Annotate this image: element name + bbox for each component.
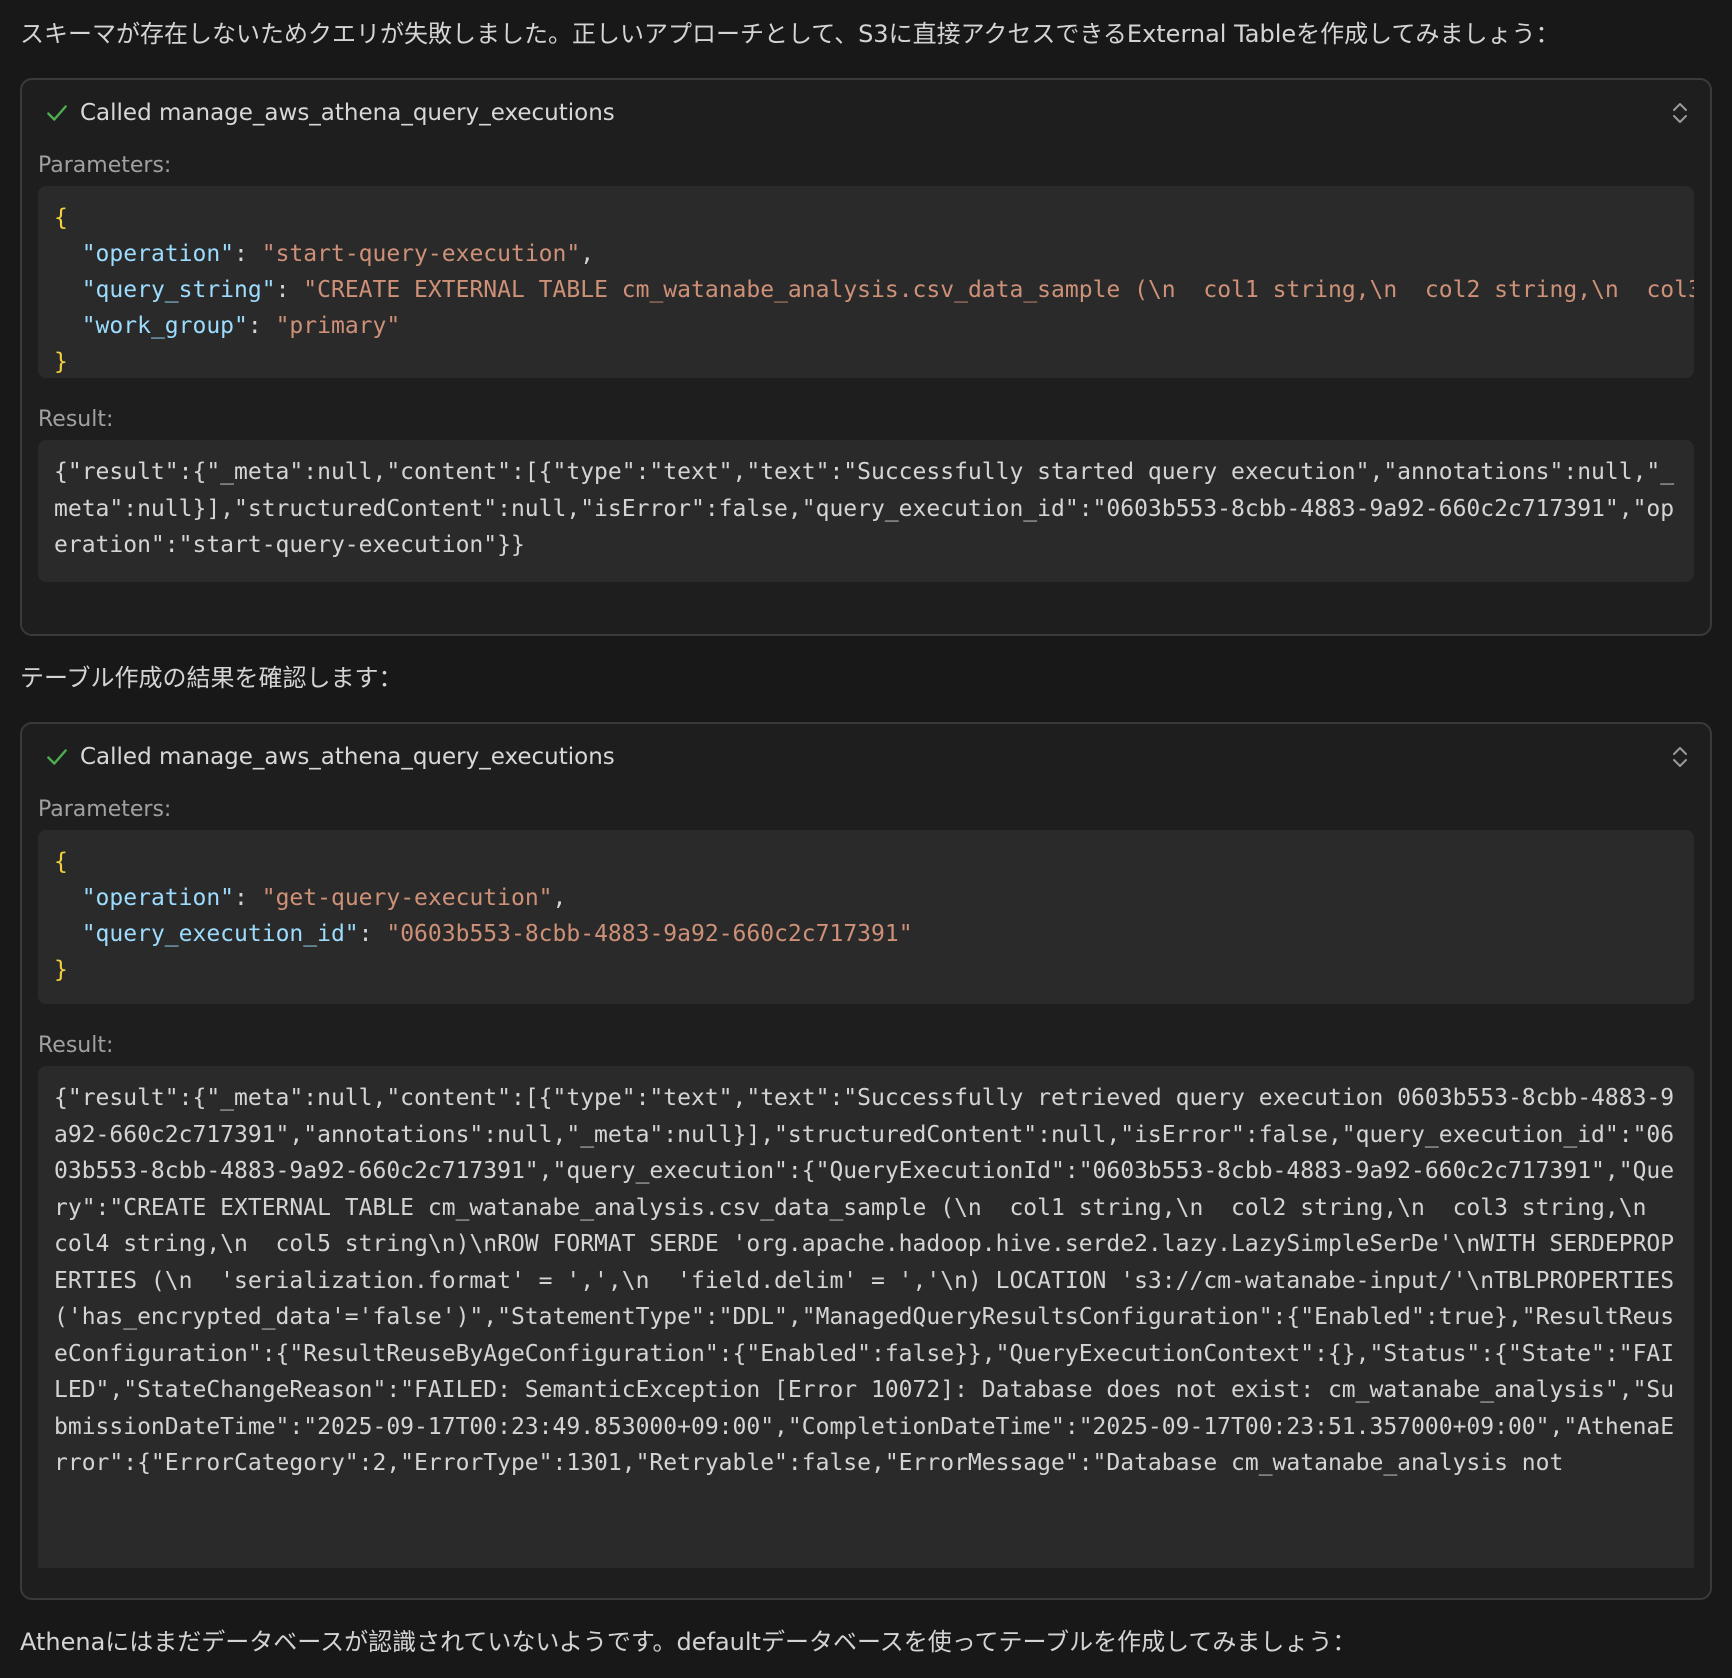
assistant-message-next: Athenaにはまだデータベースが認識されていないようです。defaultデータ… <box>20 1628 1357 1656</box>
chat-transcript: スキーマが存在しないためクエリが失敗しました。正しいアプローチとして、S3に直接… <box>0 0 1732 1678</box>
param-value: "start-query-execution" <box>261 241 581 267</box>
brace-open: { <box>54 205 68 231</box>
tool-call-title: Called manage_aws_athena_query_execution… <box>80 744 615 770</box>
check-icon <box>47 749 67 765</box>
parameters-code-block: { "operation": "start-query-execution", … <box>38 186 1694 378</box>
parameters-label: Parameters: <box>38 153 172 178</box>
param-key: "operation" <box>81 885 235 911</box>
result-code-block[interactable]: {"result":{"_meta":null,"content":[{"typ… <box>38 1066 1694 1568</box>
tool-call-header[interactable]: Called manage_aws_athena_query_execution… <box>22 724 1710 790</box>
result-label: Result: <box>38 1033 114 1058</box>
param-value: "0603b553-8cbb-4883-9a92-660c2c717391" <box>386 921 913 947</box>
result-code-block: {"result":{"_meta":null,"content":[{"typ… <box>38 440 1694 582</box>
tool-call-header[interactable]: Called manage_aws_athena_query_execution… <box>22 80 1710 146</box>
assistant-message-intro: スキーマが存在しないためクエリが失敗しました。正しいアプローチとして、S3に直接… <box>20 20 1560 48</box>
param-key: "query_execution_id" <box>81 921 359 947</box>
check-icon <box>47 105 67 121</box>
param-key: "query_string" <box>81 277 276 303</box>
param-value: "primary" <box>275 313 401 339</box>
assistant-message-check: テーブル作成の結果を確認します： <box>20 664 403 692</box>
brace-open: { <box>54 849 68 875</box>
param-key: "work_group" <box>81 313 248 339</box>
chevron-up-down-icon[interactable] <box>1670 744 1690 770</box>
tool-call-card-get: Called manage_aws_athena_query_execution… <box>20 722 1712 1600</box>
brace-close: } <box>54 957 68 983</box>
parameters-label: Parameters: <box>38 797 172 822</box>
tool-call-card-start: Called manage_aws_athena_query_execution… <box>20 78 1712 636</box>
parameters-code-block: { "operation": "get-query-execution", "q… <box>38 830 1694 1004</box>
param-key: "operation" <box>81 241 235 267</box>
brace-close: } <box>54 349 68 375</box>
result-label: Result: <box>38 407 114 432</box>
param-value: "get-query-execution" <box>261 885 553 911</box>
tool-call-title: Called manage_aws_athena_query_execution… <box>80 100 615 126</box>
param-value: "CREATE EXTERNAL TABLE cm_watanabe_analy… <box>303 277 1694 303</box>
chevron-up-down-icon[interactable] <box>1670 100 1690 126</box>
